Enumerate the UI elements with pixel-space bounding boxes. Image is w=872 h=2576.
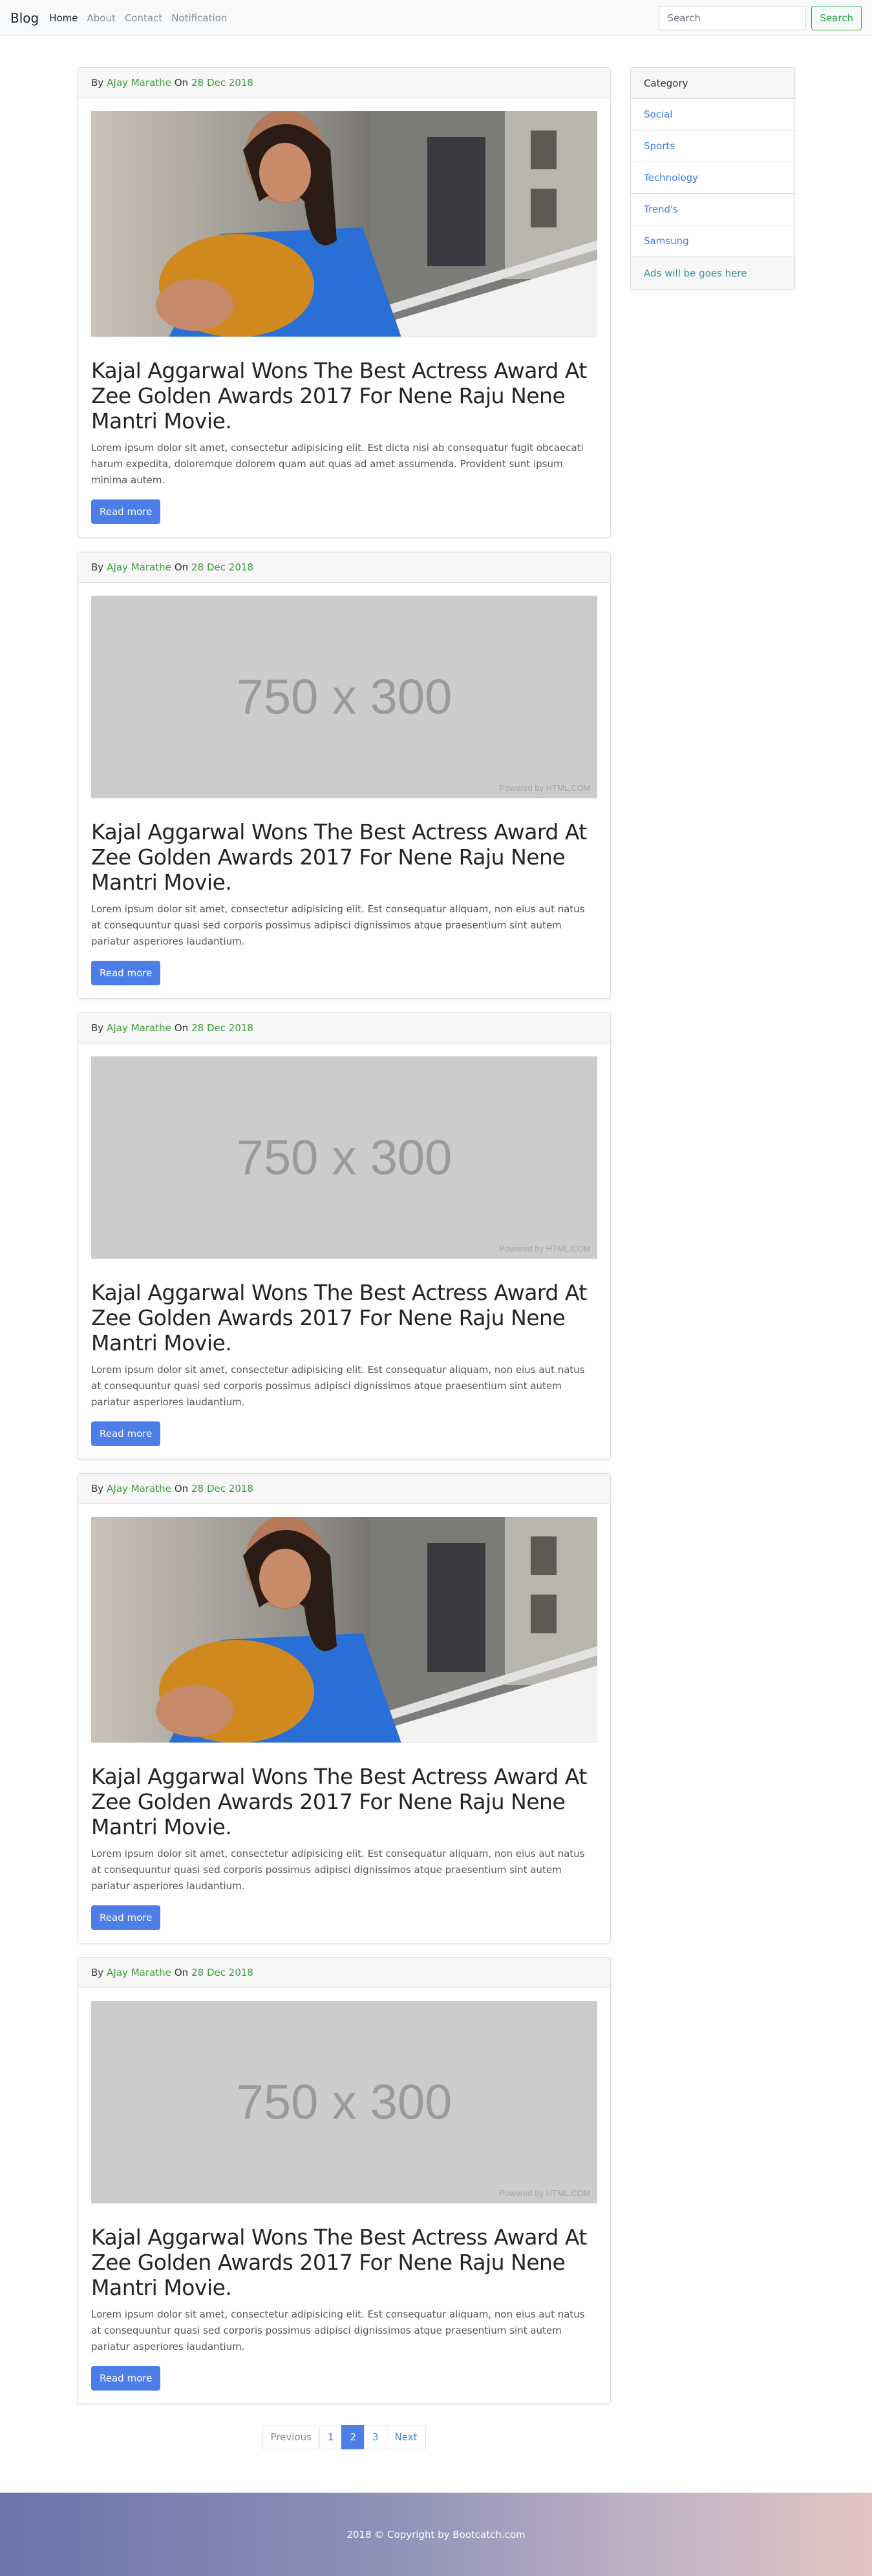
post-meta: By AJay Marathe On 28 Dec 2018 — [78, 1958, 610, 1988]
placeholder-size-text: 750 x 300 — [236, 669, 452, 724]
post-by-label: By — [91, 1022, 104, 1034]
read-more-button[interactable]: Read more — [91, 961, 161, 985]
read-more-button[interactable]: Read more — [91, 2366, 161, 2391]
pagination-page-3[interactable]: 3 — [364, 2425, 387, 2449]
post-author[interactable]: AJay Marathe — [107, 77, 171, 89]
post-excerpt: Lorem ipsum dolor sit amet, consectetur … — [91, 903, 585, 947]
category-item-sports[interactable]: Sports — [631, 131, 794, 162]
category-card: Category Social Sports Technology Trend'… — [630, 67, 795, 289]
post-by-label: By — [91, 561, 104, 573]
post-date: 28 Dec 2018 — [191, 561, 253, 573]
post-meta: By AJay Marathe On 28 Dec 2018 — [78, 1013, 610, 1043]
post-by-label: By — [91, 1967, 104, 1978]
post-body: 750 x 300 Powered by HTML.COM Kajal Agga… — [78, 583, 610, 998]
read-more-button[interactable]: Read more — [91, 1421, 161, 1446]
post-card: By AJay Marathe On 28 Dec 2018 Kajal Agg… — [78, 1473, 611, 1943]
navbar: Blog Home About Contact Notification Sea… — [0, 0, 872, 36]
post-body: 750 x 300 Powered by HTML.COM Kajal Agga… — [78, 1043, 610, 1459]
post-excerpt: Lorem ipsum dolor sit amet, consectetur … — [91, 442, 584, 486]
category-item-samsung[interactable]: Samsung — [631, 225, 794, 257]
pagination-previous[interactable]: Previous — [262, 2425, 320, 2449]
post-on-label: On — [174, 77, 189, 89]
post-title[interactable]: Kajal Aggarwal Wons The Best Actress Awa… — [91, 2225, 597, 2300]
post-meta: By AJay Marathe On 28 Dec 2018 — [78, 1474, 610, 1504]
nav-link-home[interactable]: Home — [49, 12, 78, 24]
post-image — [91, 1517, 597, 1743]
post-on-label: On — [174, 1967, 189, 1978]
search-form: Search — [659, 5, 862, 30]
post-author[interactable]: AJay Marathe — [107, 1022, 171, 1034]
category-item-social[interactable]: Social — [631, 99, 794, 131]
placeholder-size-text: 750 x 300 — [236, 1130, 452, 1185]
ads-placeholder: Ads will be goes here — [631, 257, 794, 289]
post-body: 750 x 300 Powered by HTML.COM Kajal Agga… — [78, 1988, 610, 2403]
post-date: 28 Dec 2018 — [191, 77, 253, 89]
search-input[interactable] — [659, 5, 807, 30]
site-footer: 2018 © Copyright by Bootcatch.com — [0, 2493, 872, 2576]
post-author[interactable]: AJay Marathe — [107, 1967, 171, 1978]
category-header: Category — [631, 68, 794, 99]
post-author[interactable]: AJay Marathe — [107, 1483, 171, 1494]
placeholder-credit: Powered by HTML.COM — [499, 783, 591, 793]
nav-link-about[interactable]: About — [87, 12, 116, 24]
post-excerpt: Lorem ipsum dolor sit amet, consectetur … — [91, 1848, 585, 1892]
post-title[interactable]: Kajal Aggarwal Wons The Best Actress Awa… — [91, 819, 597, 895]
pagination: Previous 1 2 3 Next — [78, 2425, 611, 2449]
post-title[interactable]: Kajal Aggarwal Wons The Best Actress Awa… — [91, 358, 597, 434]
post-by-label: By — [91, 77, 104, 89]
post-on-label: On — [174, 561, 189, 573]
post-excerpt: Lorem ipsum dolor sit amet, consectetur … — [91, 1364, 585, 1408]
post-excerpt: Lorem ipsum dolor sit amet, consectetur … — [91, 2309, 585, 2352]
post-meta: By AJay Marathe On 28 Dec 2018 — [78, 552, 610, 583]
pagination-page-2[interactable]: 2 — [341, 2425, 365, 2449]
placeholder-credit: Powered by HTML.COM — [499, 2188, 591, 2198]
post-image-placeholder: 750 x 300 Powered by HTML.COM — [91, 2001, 597, 2204]
post-card: By AJay Marathe On 28 Dec 2018 750 x 300… — [78, 1012, 611, 1460]
post-date: 28 Dec 2018 — [191, 1967, 253, 1978]
post-title[interactable]: Kajal Aggarwal Wons The Best Actress Awa… — [91, 1764, 597, 1839]
post-card: By AJay Marathe On 28 Dec 2018 750 x 300… — [78, 552, 611, 999]
post-date: 28 Dec 2018 — [191, 1022, 253, 1034]
post-body: Kajal Aggarwal Wons The Best Actress Awa… — [78, 98, 610, 537]
sidebar: Category Social Sports Technology Trend'… — [630, 67, 795, 289]
post-date: 28 Dec 2018 — [191, 1483, 253, 1494]
post-image — [91, 111, 597, 337]
post-card: By AJay Marathe On 28 Dec 2018 750 x 300… — [78, 1957, 611, 2404]
post-title[interactable]: Kajal Aggarwal Wons The Best Actress Awa… — [91, 1280, 597, 1356]
post-image-placeholder: 750 x 300 Powered by HTML.COM — [91, 596, 597, 799]
brand-logo[interactable]: Blog — [10, 10, 39, 26]
post-card: By AJay Marathe On 28 Dec 2018 Kajal Agg… — [78, 67, 611, 538]
nav-link-notification[interactable]: Notification — [171, 12, 227, 24]
post-by-label: By — [91, 1483, 104, 1494]
post-image-placeholder: 750 x 300 Powered by HTML.COM — [91, 1056, 597, 1259]
read-more-button[interactable]: Read more — [91, 499, 161, 524]
placeholder-size-text: 750 x 300 — [236, 2075, 452, 2130]
pagination-next[interactable]: Next — [386, 2425, 426, 2449]
pagination-page-1[interactable]: 1 — [319, 2425, 343, 2449]
post-on-label: On — [174, 1022, 189, 1034]
post-body: Kajal Aggarwal Wons The Best Actress Awa… — [78, 1504, 610, 1943]
read-more-button[interactable]: Read more — [91, 1905, 161, 1930]
placeholder-credit: Powered by HTML.COM — [499, 1244, 591, 1253]
post-meta: By AJay Marathe On 28 Dec 2018 — [78, 68, 610, 98]
nav-link-contact[interactable]: Contact — [125, 12, 162, 24]
category-item-trends[interactable]: Trend's — [631, 194, 794, 225]
post-author[interactable]: AJay Marathe — [107, 561, 171, 573]
search-button[interactable]: Search — [811, 5, 862, 30]
footer-copyright: 2018 © Copyright by Bootcatch.com — [346, 2528, 526, 2540]
post-on-label: On — [174, 1483, 189, 1494]
category-item-technology[interactable]: Technology — [631, 162, 794, 194]
